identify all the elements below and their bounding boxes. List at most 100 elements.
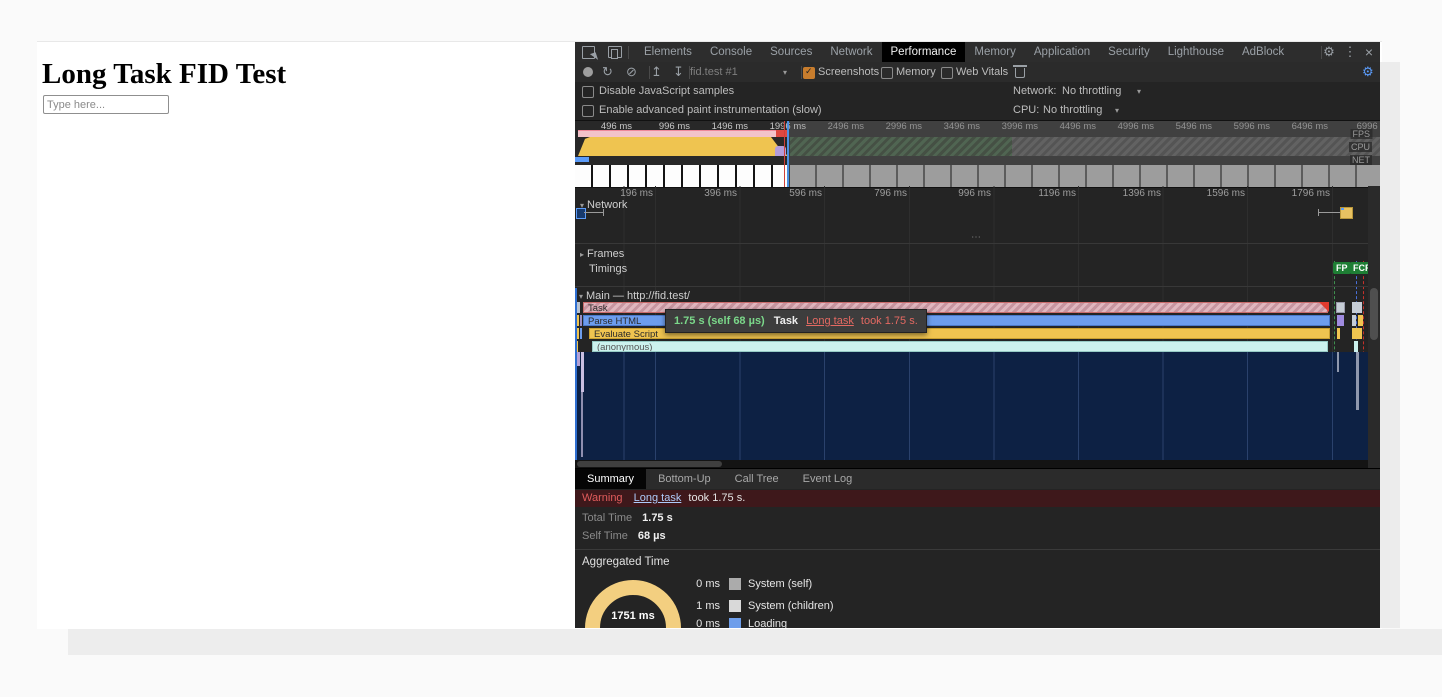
ruler-tick: 196 ms	[620, 188, 653, 199]
long-task-link[interactable]: Long task	[634, 492, 682, 504]
filmstrip-selected	[575, 165, 788, 187]
flame-event-mini[interactable]	[577, 352, 580, 366]
donut-center-value: 1751 ms	[585, 610, 681, 622]
tab-application[interactable]: Application	[1025, 42, 1099, 62]
close-devtools-icon[interactable]: ×	[1361, 42, 1377, 62]
tab-security[interactable]: Security	[1099, 42, 1159, 62]
page-scrollbar-strip[interactable]	[1380, 62, 1400, 628]
tab-memory[interactable]: Memory	[965, 42, 1025, 62]
network-request-whisker	[1318, 212, 1340, 213]
flame-event-mini[interactable]	[1358, 315, 1363, 326]
flame-event-mini[interactable]	[1352, 302, 1362, 313]
session-select[interactable]: fid.test #1	[690, 62, 738, 82]
flame-event-mini[interactable]	[580, 315, 582, 326]
warning-suffix: took 1.75 s.	[688, 492, 745, 504]
network-throttle-value[interactable]: No throttling	[1062, 82, 1121, 101]
capture-settings-gear-icon[interactable]: ⚙	[1362, 62, 1374, 82]
option-row-paint: Enable advanced paint instrumentation (s…	[575, 103, 1380, 120]
flame-event-mini[interactable]	[580, 328, 582, 339]
legend-swatch	[729, 618, 741, 628]
flame-event-mini[interactable]	[1354, 341, 1358, 352]
flame-event-mini[interactable]	[1337, 352, 1339, 372]
frames-section-header[interactable]: ▸Frames	[580, 248, 624, 260]
flame-event-mini[interactable]	[1356, 352, 1359, 410]
flame-event-mini[interactable]	[1336, 302, 1345, 313]
details-tabbar: Summary Bottom-Up Call Tree Event Log	[575, 468, 1380, 489]
load-profile-icon[interactable]: ↥	[651, 62, 662, 82]
tab-elements[interactable]: Elements	[635, 42, 701, 62]
main-thread-section-header[interactable]: ▾Main — http://fid.test/	[579, 290, 690, 302]
web-vitals-checkbox[interactable]	[941, 67, 953, 79]
session-caret-icon[interactable]: ▾	[783, 63, 787, 83]
fp-badge: FP	[1333, 262, 1351, 274]
tab-sources[interactable]: Sources	[761, 42, 821, 62]
settings-gear-icon[interactable]: ⚙	[1321, 42, 1337, 62]
vertical-scrollbar[interactable]	[1368, 186, 1380, 468]
reload-record-icon[interactable]: ↻	[602, 62, 613, 82]
flame-event-mini[interactable]	[581, 352, 584, 392]
disable-js-label: Disable JavaScript samples	[599, 82, 734, 101]
flame-bar-anonymous[interactable]: (anonymous)	[592, 341, 1328, 352]
ruler-tick: 396 ms	[704, 188, 737, 199]
tab-lighthouse[interactable]: Lighthouse	[1159, 42, 1233, 62]
screenshot-root: Long Task FID Test Elements Console Sour…	[0, 0, 1442, 697]
clear-icon[interactable]: ⊘	[626, 62, 637, 82]
tab-call-tree[interactable]: Call Tree	[723, 469, 791, 489]
overview-dim-overlay	[788, 121, 1380, 187]
tab-network[interactable]: Network	[821, 42, 881, 62]
overview-network-bar	[575, 157, 589, 162]
ruler-tick: 996 ms	[958, 188, 991, 199]
tab-event-log[interactable]: Event Log	[791, 469, 865, 489]
pane-splitter-handle[interactable]: ⋯	[971, 232, 983, 243]
devtools-panel: Elements Console Sources Network Perform…	[575, 42, 1380, 628]
screenshots-checkbox[interactable]	[803, 67, 815, 79]
network-request-whisker-end	[603, 209, 604, 216]
memory-checkbox[interactable]	[881, 67, 893, 79]
legend-swatch	[729, 578, 741, 590]
divider	[628, 46, 629, 59]
divider	[649, 66, 650, 79]
self-time-value: 68 µs	[638, 530, 666, 542]
tab-summary[interactable]: Summary	[575, 469, 646, 489]
flame-event-mini[interactable]	[1352, 315, 1356, 326]
tab-adblock[interactable]: AdBlock	[1233, 42, 1293, 62]
cpu-throttle-caret-icon[interactable]: ▾	[1115, 103, 1119, 118]
paint-instrumentation-checkbox[interactable]	[582, 105, 594, 117]
tooltip-long-task-link[interactable]: Long task	[806, 315, 854, 327]
selection-handle[interactable]	[787, 121, 789, 187]
network-throttle-caret-icon[interactable]: ▾	[1137, 82, 1141, 101]
tab-console[interactable]: Console	[701, 42, 761, 62]
device-toolbar-icon[interactable]	[608, 46, 622, 58]
flame-event-mini[interactable]	[581, 392, 583, 457]
flame-chart-canvas[interactable]	[575, 352, 1368, 460]
record-icon[interactable]	[583, 67, 593, 77]
legend-label: System (self)	[748, 578, 812, 590]
long-task-warning-triangle	[1319, 302, 1329, 312]
tab-performance[interactable]: Performance	[882, 42, 966, 62]
network-request-item[interactable]	[576, 208, 586, 219]
selection-bracket-left	[575, 288, 577, 460]
flame-event-mini[interactable]	[1337, 328, 1340, 339]
page-text-input[interactable]	[43, 95, 169, 114]
kebab-menu-icon[interactable]: ⋮	[1343, 42, 1357, 62]
scrollbar-thumb[interactable]	[577, 461, 722, 467]
flame-event-mini[interactable]	[1337, 315, 1344, 326]
scrollbar-thumb[interactable]	[1370, 288, 1378, 340]
disable-js-checkbox[interactable]	[582, 86, 594, 98]
option-row-js-samples: Disable JavaScript samples Network: No t…	[575, 82, 1380, 103]
paint-instrumentation-label: Enable advanced paint instrumentation (s…	[599, 103, 822, 118]
network-request-item[interactable]	[1340, 207, 1353, 219]
flame-event-mini[interactable]	[1352, 328, 1362, 339]
horizontal-scrollbar[interactable]	[575, 460, 1368, 468]
cpu-throttle-value[interactable]: No throttling	[1043, 103, 1102, 118]
save-profile-icon[interactable]: ↧	[673, 62, 684, 82]
tab-bottom-up[interactable]: Bottom-Up	[646, 469, 723, 489]
timeline-overview[interactable]: 496 ms 996 ms 1496 ms 1996 ms 2496 ms 29…	[575, 120, 1380, 188]
timings-section-header[interactable]: Timings	[589, 263, 627, 275]
ruler-tick: 596 ms	[789, 188, 822, 199]
inspect-element-icon[interactable]	[582, 46, 595, 59]
fps-row-label: FPS	[1350, 129, 1372, 139]
trash-icon[interactable]	[1015, 68, 1025, 78]
screenshots-label: Screenshots	[818, 62, 879, 82]
flame-gridlines	[575, 352, 1368, 460]
